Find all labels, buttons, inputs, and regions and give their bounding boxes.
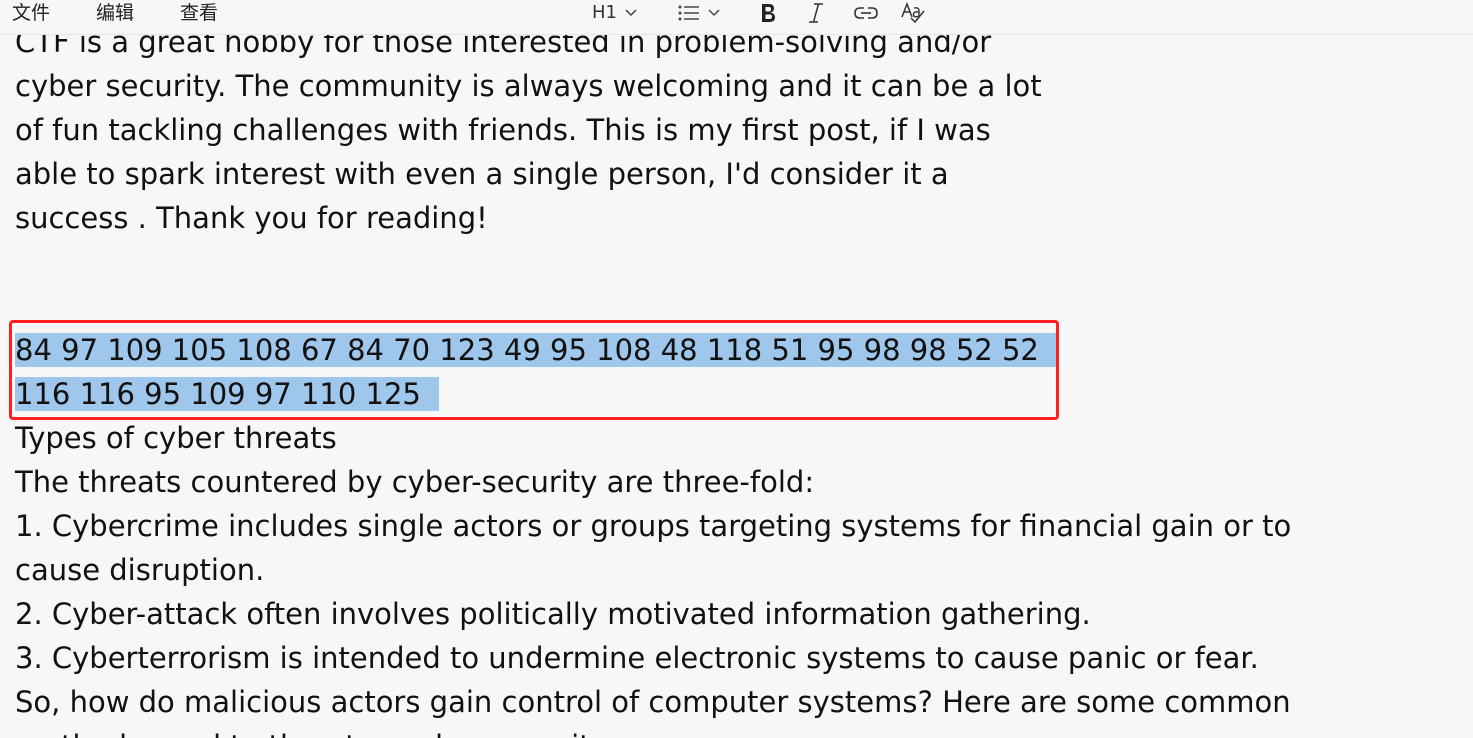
link-button[interactable] — [854, 0, 878, 26]
paragraph-line: methods used to threaten cyber-security: — [15, 724, 1455, 738]
menu-toolbar: 文件 编辑 查看 H1 — [0, 0, 1473, 35]
paragraph-line: The threats countered by cyber-security … — [15, 465, 815, 499]
paragraph-line: of fun tackling challenges with friends.… — [15, 113, 991, 147]
menu-file[interactable]: 文件 — [12, 0, 50, 26]
bold-icon — [762, 4, 775, 22]
paragraph-line: cyber security. The community is always … — [15, 69, 1042, 103]
chevron-down-icon — [708, 9, 720, 17]
heading-dropdown[interactable]: H1 — [592, 0, 637, 26]
selected-text[interactable]: 84 97 109 105 108 67 84 70 123 49 95 108… — [15, 333, 1057, 367]
italic-icon — [809, 3, 823, 23]
selected-text-line[interactable]: 84 97 109 105 108 67 84 70 123 49 95 108… — [15, 328, 1455, 372]
link-icon — [854, 7, 878, 19]
list-line: 1. Cybercrime includes single actors or … — [15, 509, 1292, 543]
selected-text-line[interactable]: 116 116 95 109 97 110 125 — [15, 372, 1455, 416]
menu-view[interactable]: 查看 — [180, 0, 218, 26]
menu-edit[interactable]: 编辑 — [96, 0, 134, 26]
paragraph-line: So, how do malicious actors gain control… — [15, 685, 1291, 719]
list-dropdown[interactable] — [678, 0, 720, 26]
document-body[interactable]: CTF is a great hobby for those intereste… — [15, 20, 1455, 738]
spellcheck-icon — [901, 2, 925, 24]
selected-text[interactable]: 116 116 95 109 97 110 125 — [15, 377, 439, 411]
heading-line: Types of cyber threats — [15, 421, 337, 455]
paragraph-line: able to spark interest with even a singl… — [15, 157, 949, 191]
spellcheck-button[interactable] — [900, 0, 926, 26]
editor-window: 文件 编辑 查看 H1 CTF is a great hobby for tho… — [0, 0, 1473, 738]
chevron-down-icon — [625, 9, 637, 17]
italic-button[interactable] — [808, 0, 824, 26]
list-line: 3. Cyberterrorism is intended to undermi… — [15, 641, 1259, 675]
list-line: cause disruption. — [15, 553, 265, 587]
list-line: 2. Cyber-attack often involves political… — [15, 597, 1091, 631]
paragraph-line: success . Thank you for reading! — [15, 201, 488, 235]
bold-button[interactable] — [760, 0, 776, 26]
heading-label: H1 — [592, 2, 617, 23]
list-icon — [678, 5, 699, 21]
